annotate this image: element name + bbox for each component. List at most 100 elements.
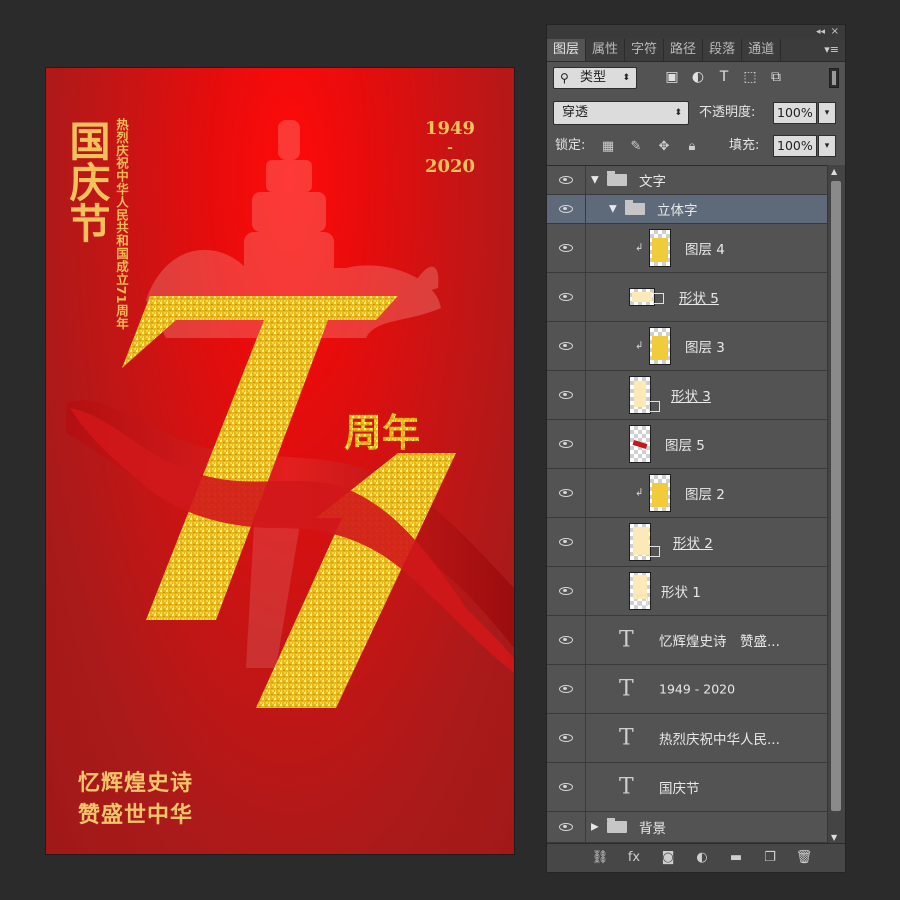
poster-subtitle: 热烈庆祝中华人民共和国成立71周年 — [114, 118, 129, 330]
tab-channels[interactable]: 通道 — [742, 39, 782, 61]
eye-icon[interactable] — [559, 342, 573, 350]
lock-position-icon[interactable]: ✥ — [655, 138, 673, 156]
poster-title: 国庆节 — [62, 120, 110, 243]
panel-tabs: 图层 属性 字符 路径 段落 通道 ▾≡ — [547, 39, 845, 62]
opacity-dropdown[interactable]: ▾ — [818, 102, 836, 124]
layer-row-layer3[interactable]: ↲ 图层 3 — [547, 322, 829, 371]
layer-style-fx-icon[interactable]: fx — [625, 849, 643, 867]
clipping-arrow-icon: ↲ — [635, 487, 644, 499]
type-layer-icon: T — [619, 725, 634, 751]
fill-label: 填充: — [729, 138, 760, 153]
tab-paths[interactable]: 路径 — [664, 39, 704, 61]
layer-row-shape1[interactable]: 形状 1 — [547, 567, 829, 616]
layer-row-text-subtitle[interactable]: T 热烈庆祝中华人民... — [547, 714, 829, 763]
layer-row-layer5[interactable]: 图层 5 — [547, 420, 829, 469]
eye-icon[interactable] — [559, 176, 573, 184]
shape-thumbnail — [629, 523, 651, 561]
layer-row-text-years[interactable]: T 1949 - 2020 — [547, 665, 829, 714]
eye-icon[interactable] — [559, 685, 573, 693]
lock-image-icon[interactable]: ✎ — [627, 138, 645, 156]
fill-field[interactable]: 100% — [773, 135, 817, 157]
fill-dropdown[interactable]: ▾ — [818, 135, 836, 157]
layer-row-group-text[interactable]: ▼ 文字 — [547, 166, 829, 195]
tab-layers[interactable]: 图层 — [547, 39, 587, 61]
eye-icon[interactable] — [559, 783, 573, 791]
layer-row-shape2[interactable]: 形状 2 — [547, 518, 829, 567]
type-filter-icon[interactable]: T — [715, 68, 733, 86]
eye-icon[interactable] — [559, 440, 573, 448]
scroll-up-icon[interactable]: ▲ — [831, 167, 837, 176]
eye-icon[interactable] — [559, 734, 573, 742]
layer-name: 图层 2 — [685, 487, 725, 503]
blend-row: 穿透 ⬍ 不透明度: 100% ▾ — [547, 96, 845, 130]
vector-mask-icon — [649, 546, 660, 557]
layer-row-text-title[interactable]: T 国庆节 — [547, 763, 829, 812]
layer-row-group-3d-text[interactable]: ▼ 立体字 — [547, 195, 829, 224]
trash-icon[interactable]: 🗑︎ — [795, 849, 813, 867]
panel-menu-icon[interactable]: ▾≡ — [824, 39, 839, 61]
close-icon[interactable]: × — [831, 25, 839, 39]
layer-row-layer2[interactable]: ↲ 图层 2 — [547, 469, 829, 518]
expand-triangle-icon[interactable]: ▼ — [591, 175, 599, 186]
new-group-icon[interactable]: ▬ — [727, 849, 745, 867]
eye-icon[interactable] — [559, 823, 573, 831]
eye-icon[interactable] — [559, 587, 573, 595]
updown-arrow-icon: ⬍ — [622, 73, 630, 83]
eye-icon[interactable] — [559, 391, 573, 399]
layer-filter-select[interactable]: ⚲ 类型 ⬍ — [553, 67, 637, 89]
layers-panel: ◂◂ × 图层 属性 字符 路径 段落 通道 ▾≡ ⚲ 类型 ⬍ ▣ ◐ T ⬚… — [546, 24, 846, 873]
panel-footer: ⛓ fx ◙ ◐ ▬ ❐ 🗑︎ — [547, 843, 845, 872]
tab-paragraph[interactable]: 段落 — [703, 39, 743, 61]
layer-list-scrollbar[interactable]: ▲ ▼ — [827, 165, 845, 844]
shape-thumbnail — [629, 376, 651, 414]
opacity-field[interactable]: 100% — [773, 102, 817, 124]
adjustment-layer-icon[interactable]: ◐ — [693, 849, 711, 867]
eye-icon[interactable] — [559, 636, 573, 644]
eye-icon[interactable] — [559, 293, 573, 301]
collapse-triangle-icon[interactable]: ▶ — [591, 822, 599, 833]
adjustment-filter-icon[interactable]: ◐ — [689, 68, 707, 86]
slogan-line-2: 赞盛世中华 — [78, 803, 194, 828]
filter-toggle[interactable] — [829, 68, 839, 88]
poster-canvas[interactable]: 周年 国庆节 热烈庆祝中华人民共和国成立71周年 1949 - 2020 忆辉煌… — [46, 68, 514, 854]
new-layer-icon[interactable]: ❐ — [761, 849, 779, 867]
eye-icon[interactable] — [559, 489, 573, 497]
folder-icon — [607, 818, 627, 833]
layer-name: 热烈庆祝中华人民... — [659, 732, 780, 748]
eye-icon[interactable] — [559, 205, 573, 213]
clipping-arrow-icon: ↲ — [635, 340, 644, 352]
layer-row-layer4[interactable]: ↲ 图层 4 — [547, 224, 829, 273]
scroll-thumb[interactable] — [831, 181, 841, 811]
type-layer-icon: T — [619, 627, 634, 653]
expand-triangle-icon[interactable]: ▼ — [609, 204, 617, 215]
folder-icon — [625, 200, 645, 215]
shape-filter-icon[interactable]: ⬚ — [741, 68, 759, 86]
layer-name: 形状 1 — [661, 585, 701, 601]
pixel-filter-icon[interactable]: ▣ — [663, 68, 681, 86]
lock-transparency-icon[interactable]: ▦ — [599, 138, 617, 156]
lock-all-icon[interactable]: 🔒︎ — [683, 138, 701, 156]
layer-name: 背景 — [639, 821, 666, 837]
double-chevron-left-icon[interactable]: ◂◂ — [816, 25, 825, 39]
link-layers-icon[interactable]: ⛓ — [591, 849, 609, 867]
layer-list: ▼ 文字 ▼ 立体字 ↲ 图层 4 形状 5 ↲ 图层 3 形状 3 图层 5 … — [547, 165, 829, 845]
layer-row-shape5[interactable]: 形状 5 — [547, 273, 829, 322]
scroll-down-icon[interactable]: ▼ — [831, 833, 837, 842]
layer-name: 形状 5 — [679, 291, 719, 307]
vector-mask-icon — [649, 401, 660, 412]
opacity-label: 不透明度: — [699, 105, 756, 120]
clipping-arrow-icon: ↲ — [635, 242, 644, 254]
eye-icon[interactable] — [559, 244, 573, 252]
layer-row-text-slogan[interactable]: T 忆辉煌史诗 赞盛... — [547, 616, 829, 665]
add-mask-icon[interactable]: ◙ — [659, 849, 677, 867]
layer-row-shape3[interactable]: 形状 3 — [547, 371, 829, 420]
layer-thumbnail — [649, 327, 671, 365]
year-dash: - — [447, 140, 453, 156]
blend-mode-select[interactable]: 穿透 ⬍ — [553, 101, 689, 125]
tab-properties[interactable]: 属性 — [586, 39, 626, 61]
layer-row-group-background[interactable]: ▶ 背景 — [547, 812, 829, 843]
layer-name: 图层 5 — [665, 438, 705, 454]
eye-icon[interactable] — [559, 538, 573, 546]
smart-object-filter-icon[interactable]: ⧉ — [767, 68, 785, 86]
tab-character[interactable]: 字符 — [625, 39, 665, 61]
